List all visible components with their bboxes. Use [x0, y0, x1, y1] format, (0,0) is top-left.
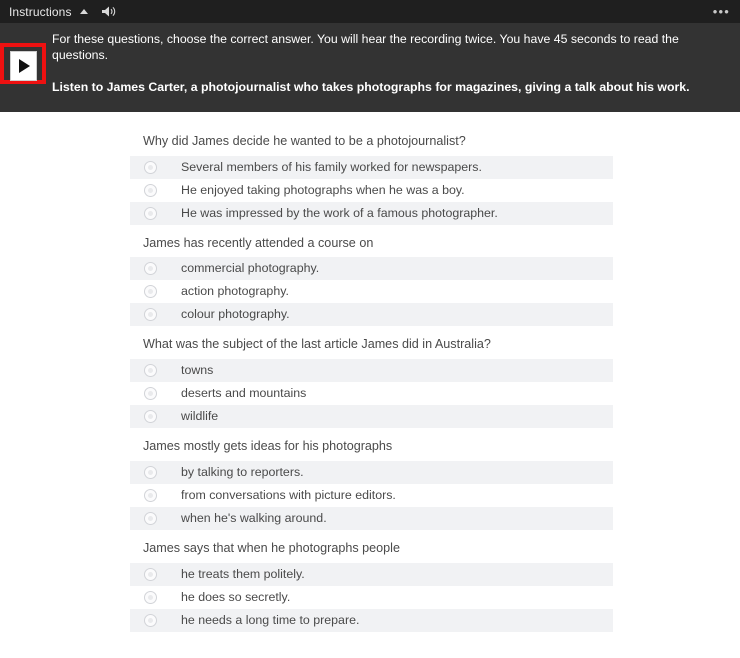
option-label: from conversations with picture editors. [181, 487, 396, 502]
option-row[interactable]: when he's walking around. [130, 506, 613, 530]
radio-button[interactable] [144, 511, 157, 525]
option-row[interactable]: from conversations with picture editors. [130, 483, 613, 507]
option-label: deserts and mountains [181, 386, 307, 401]
speaker-icon[interactable] [101, 5, 116, 18]
option-label: by talking to reporters. [181, 464, 304, 479]
option-row[interactable]: commercial photography. [130, 257, 613, 281]
option-row[interactable]: He was impressed by the work of a famous… [130, 201, 613, 225]
option-row[interactable]: he needs a long time to prepare. [130, 608, 613, 632]
radio-button[interactable] [144, 488, 157, 502]
play-icon [19, 59, 30, 73]
option-label: towns [181, 363, 214, 378]
instructions-body: For these questions, choose the correct … [0, 23, 740, 112]
option-group: he treats them politely. he does so secre… [130, 562, 613, 632]
option-label: action photography. [181, 284, 289, 299]
option-row[interactable]: wildlife [130, 405, 613, 429]
option-row[interactable]: colour photography. [130, 303, 613, 327]
audio-play-button[interactable] [10, 51, 37, 81]
radio-button[interactable] [144, 364, 157, 378]
instruction-primary-text: For these questions, choose the correct … [52, 32, 679, 62]
option-label: when he's walking around. [181, 510, 327, 525]
question-text: James has recently attended a course on [143, 235, 374, 250]
question-block: James has recently attended a course on c… [0, 236, 740, 327]
instruction-secondary-text: Listen to James Carter, a photojournalis… [52, 79, 690, 94]
option-row[interactable]: he does so secretly. [130, 585, 613, 609]
question-block: What was the subject of the last article… [0, 337, 740, 429]
option-label: wildlife [181, 409, 219, 424]
radio-button[interactable] [144, 262, 157, 276]
caret-up-icon[interactable] [79, 8, 88, 14]
question-text: James says that when he photographs peop… [143, 540, 400, 555]
radio-button[interactable] [144, 160, 157, 174]
option-group: towns deserts and mountains wildlife [130, 359, 613, 429]
option-row[interactable]: deserts and mountains [130, 382, 613, 406]
question-block: James mostly gets ideas for his photogra… [0, 439, 740, 530]
option-row[interactable]: by talking to reporters. [130, 460, 613, 484]
question-text: Why did James decide he wanted to be a p… [143, 133, 466, 148]
radio-button[interactable] [144, 206, 157, 220]
radio-button[interactable] [144, 387, 157, 401]
radio-button[interactable] [144, 410, 157, 424]
option-label: He enjoyed taking photographs when he wa… [181, 182, 465, 197]
option-group: by talking to reporters. from conversatio… [130, 460, 613, 530]
option-row[interactable]: action photography. [130, 280, 613, 304]
option-label: He was impressed by the work of a famous… [181, 205, 498, 220]
radio-button[interactable] [144, 308, 157, 322]
option-row[interactable]: towns [130, 359, 613, 383]
question-text: What was the subject of the last article… [143, 337, 491, 352]
question-block: James says that when he photographs peop… [0, 541, 740, 632]
question-block: Why did James decide he wanted to be a p… [0, 134, 740, 225]
option-label: he does so secretly. [181, 589, 291, 604]
question-text: James mostly gets ideas for his photogra… [143, 439, 393, 454]
radio-button[interactable] [144, 465, 157, 479]
panel-title: Instructions [9, 4, 72, 19]
option-row[interactable]: he treats them politely. [130, 562, 613, 586]
radio-button[interactable] [144, 183, 157, 197]
option-label: he treats them politely. [181, 566, 305, 581]
play-button-highlight [0, 43, 46, 84]
option-group: Several members of his family worked for… [130, 155, 613, 225]
radio-button[interactable] [144, 567, 157, 581]
option-label: colour photography. [181, 307, 290, 322]
questions-container: Why did James decide he wanted to be a p… [0, 112, 740, 632]
option-group: commercial photography. action photograph… [130, 257, 613, 327]
option-label: commercial photography. [181, 261, 320, 276]
radio-button[interactable] [144, 285, 157, 299]
kebab-menu-icon[interactable]: ••• [713, 5, 730, 18]
instructions-panel: Instructions ••• For these questions, ch… [0, 0, 740, 112]
option-row[interactable]: Several members of his family worked for… [130, 155, 613, 179]
option-row[interactable]: He enjoyed taking photographs when he wa… [130, 178, 613, 202]
radio-button[interactable] [144, 613, 157, 627]
radio-button[interactable] [144, 590, 157, 604]
option-label: Several members of his family worked for… [181, 159, 482, 174]
option-label: he needs a long time to prepare. [181, 612, 360, 627]
instructions-titlebar: Instructions ••• [0, 0, 740, 23]
